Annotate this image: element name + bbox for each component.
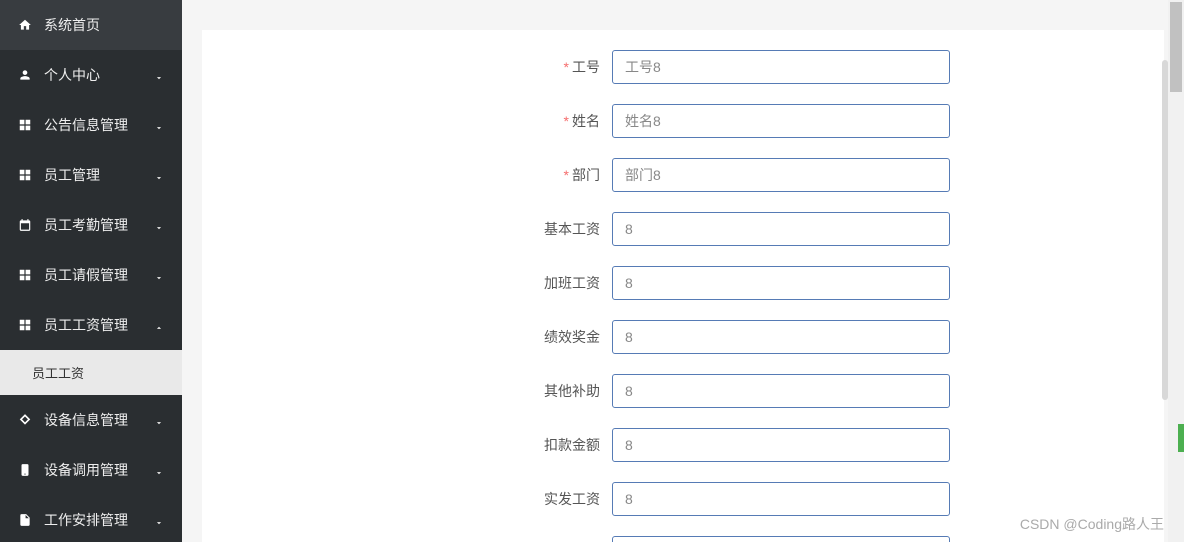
sidebar-item-b2[interactable]: 工作安排管理 <box>0 495 182 542</box>
form-label: 其他补助 <box>202 381 612 401</box>
scrollbar-inner-track[interactable] <box>1162 0 1168 542</box>
tag-icon <box>18 413 32 427</box>
calendar-icon <box>18 218 32 232</box>
form-label-text: 其他补助 <box>544 383 600 399</box>
sidebar-item-label: 公告信息管理 <box>44 115 154 135</box>
home-icon <box>18 18 32 32</box>
grid-icon <box>18 118 32 132</box>
sidebar-item-label: 系统首页 <box>44 15 164 35</box>
form-label-text: 加班工资 <box>544 275 600 291</box>
sidebar-item-label: 员工工资管理 <box>44 315 154 335</box>
scrollbar-annotation <box>1178 424 1184 452</box>
form-label: 加班工资 <box>202 273 612 293</box>
sidebar-item-label: 员工考勤管理 <box>44 215 154 235</box>
form-input-3[interactable] <box>612 212 950 246</box>
form-label-text: 姓名 <box>572 113 600 129</box>
chevron-down-icon <box>154 415 164 425</box>
chevron-down-icon <box>154 270 164 280</box>
form-label-text: 基本工资 <box>544 221 600 237</box>
form-input-0[interactable] <box>612 50 950 84</box>
required-mark: * <box>564 113 569 129</box>
chevron-down-icon <box>154 70 164 80</box>
grid-icon <box>18 168 32 182</box>
required-mark: * <box>564 59 569 75</box>
sidebar-item-b0[interactable]: 设备信息管理 <box>0 395 182 445</box>
sidebar-item-label: 员工请假管理 <box>44 265 154 285</box>
form-input-7[interactable] <box>612 428 950 462</box>
watermark: CSDN @Coding路人王 <box>1020 514 1164 534</box>
sidebar-item-a3[interactable]: 员工管理 <box>0 150 182 200</box>
main-content: *工号*姓名*部门基本工资加班工资绩效奖金其他补助扣款金额实发工资登记日期 <box>182 0 1184 542</box>
form-label-text: 实发工资 <box>544 491 600 507</box>
grid-icon <box>18 268 32 282</box>
required-mark: * <box>564 167 569 183</box>
chevron-down-icon <box>154 170 164 180</box>
file-icon <box>18 513 32 527</box>
form-label: 基本工资 <box>202 219 612 239</box>
form-label-text: 部门 <box>572 167 600 183</box>
form-row-3: 基本工资 <box>202 212 1164 246</box>
form-row-7: 扣款金额 <box>202 428 1164 462</box>
form-label-text: 扣款金额 <box>544 437 600 453</box>
form: *工号*姓名*部门基本工资加班工资绩效奖金其他补助扣款金额实发工资登记日期 <box>202 30 1164 542</box>
chevron-down-icon <box>154 220 164 230</box>
chevron-down-icon <box>154 120 164 130</box>
form-row-4: 加班工资 <box>202 266 1164 300</box>
form-input-1[interactable] <box>612 104 950 138</box>
form-row-0: *工号 <box>202 50 1164 84</box>
grid-icon <box>18 318 32 332</box>
form-label: *工号 <box>202 57 612 77</box>
sidebar-item-a5[interactable]: 员工请假管理 <box>0 250 182 300</box>
form-row-9: 登记日期 <box>202 536 1164 542</box>
form-label: *部门 <box>202 165 612 185</box>
sidebar-sub-label: 员工工资 <box>32 363 84 382</box>
sidebar-item-label: 工作安排管理 <box>44 510 154 530</box>
sidebar: 系统首页个人中心公告信息管理员工管理员工考勤管理员工请假管理员工工资管理 员工工… <box>0 0 182 542</box>
chevron-up-icon <box>154 320 164 330</box>
sidebar-item-label: 设备信息管理 <box>44 410 154 430</box>
form-row-1: *姓名 <box>202 104 1164 138</box>
form-input-6[interactable] <box>612 374 950 408</box>
clipboard-icon <box>18 463 32 477</box>
form-label-text: 工号 <box>572 59 600 75</box>
sidebar-item-a1[interactable]: 个人中心 <box>0 50 182 100</box>
form-input-9[interactable] <box>612 536 950 542</box>
sidebar-item-a4[interactable]: 员工考勤管理 <box>0 200 182 250</box>
chevron-down-icon <box>154 465 164 475</box>
scrollbar-outer-thumb[interactable] <box>1170 2 1182 92</box>
user-icon <box>18 68 32 82</box>
form-label: 扣款金额 <box>202 435 612 455</box>
form-input-4[interactable] <box>612 266 950 300</box>
sidebar-item-label: 员工管理 <box>44 165 154 185</box>
form-row-5: 绩效奖金 <box>202 320 1164 354</box>
scrollbar-outer-track[interactable] <box>1168 0 1184 542</box>
sidebar-sub-salary[interactable]: 员工工资 <box>0 350 182 395</box>
sidebar-item-a0[interactable]: 系统首页 <box>0 0 182 50</box>
sidebar-item-a6[interactable]: 员工工资管理 <box>0 300 182 350</box>
chevron-down-icon <box>154 515 164 525</box>
sidebar-item-label: 设备调用管理 <box>44 460 154 480</box>
form-label: 绩效奖金 <box>202 327 612 347</box>
form-row-6: 其他补助 <box>202 374 1164 408</box>
sidebar-item-label: 个人中心 <box>44 65 154 85</box>
form-input-2[interactable] <box>612 158 950 192</box>
form-label: *姓名 <box>202 111 612 131</box>
form-label: 实发工资 <box>202 489 612 509</box>
sidebar-item-b1[interactable]: 设备调用管理 <box>0 445 182 495</box>
form-row-2: *部门 <box>202 158 1164 192</box>
scrollbar-inner-thumb[interactable] <box>1162 60 1168 400</box>
form-input-8[interactable] <box>612 482 950 516</box>
form-row-8: 实发工资 <box>202 482 1164 516</box>
form-input-5[interactable] <box>612 320 950 354</box>
sidebar-item-a2[interactable]: 公告信息管理 <box>0 100 182 150</box>
form-label-text: 绩效奖金 <box>544 329 600 345</box>
